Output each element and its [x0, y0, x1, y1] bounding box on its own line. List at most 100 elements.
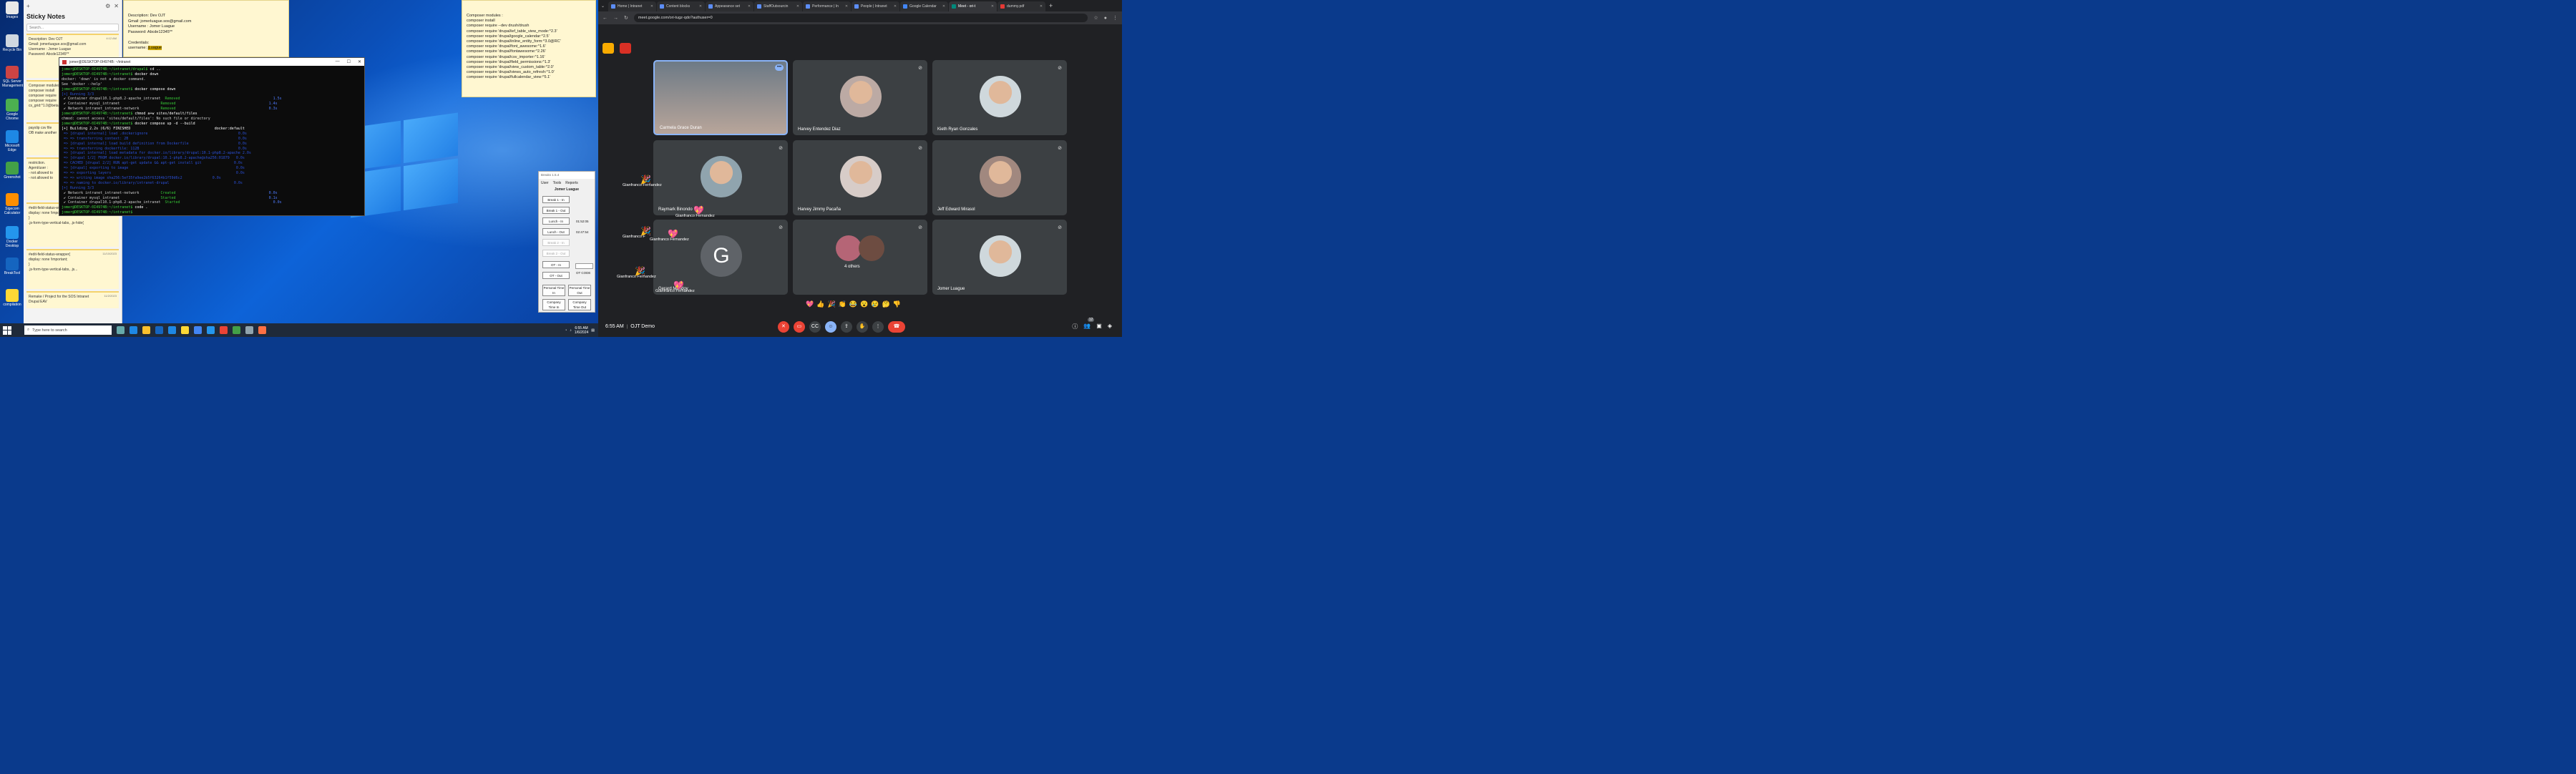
break-button[interactable]: Break 2 - Out: [542, 250, 570, 257]
participant-tile[interactable]: ⊘ Harvey Entendez Diaz: [793, 60, 927, 135]
sticky-notes-icon[interactable]: [181, 326, 189, 334]
chrome-icon[interactable]: [194, 326, 202, 334]
terminal-window[interactable]: jomer@DESKTOP-0I4974B: ~/intranet — ☐ ✕ jo…: [59, 57, 365, 216]
desktop-icon[interactable]: Docker Desktop: [2, 226, 22, 249]
browser-tab[interactable]: Content blocks ✕: [657, 1, 706, 11]
participant-tile[interactable]: ••• Carmela Grace Duran: [653, 60, 788, 135]
participant-tile[interactable]: ⊘ Harvey Jimmy Pacaña: [793, 140, 927, 215]
back-icon[interactable]: ←: [602, 16, 608, 21]
reload-icon[interactable]: ↻: [624, 15, 628, 21]
add-note-icon[interactable]: +: [26, 3, 30, 9]
desktop-icon[interactable]: compilation: [2, 289, 22, 312]
leave-call-button[interactable]: ☎: [887, 320, 905, 333]
terminal-output[interactable]: jomer@DESKTOP-0I4974B:~/intranet/drupal$…: [59, 66, 364, 217]
browser-tab[interactable]: Meet - ori-t ✕: [949, 1, 997, 11]
desktop-icon[interactable]: Greenshot: [2, 162, 22, 185]
note-window-credentials[interactable]: Description: Dev OJT Gmail: jomerluague.s…: [123, 0, 289, 57]
reaction-button[interactable]: 😮: [860, 300, 868, 308]
more-options-icon[interactable]: •••: [775, 64, 784, 71]
taskbar-search[interactable]: ⌕ Type here to search: [24, 325, 112, 335]
breaks-menu-reports[interactable]: Reports: [565, 181, 578, 185]
company-time-out-button[interactable]: Company Time Out: [568, 299, 591, 310]
reactions-button[interactable]: ☺: [824, 320, 836, 333]
participant-tile[interactable]: ⊘ Raymark Binondo: [653, 140, 788, 215]
chrome-active-icon[interactable]: [220, 326, 228, 334]
company-time-in-button[interactable]: Company Time In: [542, 299, 565, 310]
docker-icon[interactable]: [207, 326, 215, 334]
tab-search-icon[interactable]: ⌄: [601, 4, 605, 9]
reaction-button[interactable]: 🎉: [827, 300, 835, 308]
break-button[interactable]: Break 1 - Out: [542, 207, 570, 214]
volume-icon[interactable]: ♪: [570, 328, 572, 333]
personal-time-out-button[interactable]: Personal Time Out: [568, 285, 591, 296]
browser-tab[interactable]: dummy.pdf ✕: [997, 1, 1046, 11]
url-input[interactable]: meet.google.com/ori-tugz-qdo?authuser=0: [633, 14, 1088, 22]
raise-hand-button[interactable]: ✋: [856, 320, 868, 333]
reaction-button[interactable]: 💖: [806, 300, 814, 308]
settings-icon[interactable]: ⚙: [105, 3, 110, 9]
break-button[interactable]: Break 2 - In: [542, 239, 570, 246]
reaction-button[interactable]: 👍: [816, 300, 824, 308]
tab-close-icon[interactable]: ✕: [650, 4, 653, 9]
break-button[interactable]: OT - In: [542, 261, 570, 268]
wifi-icon[interactable]: ◔: [565, 328, 567, 333]
maximize-icon[interactable]: ☐: [347, 59, 351, 64]
desktop-icon[interactable]: SQL Server Management: [2, 66, 23, 89]
desktop-icon[interactable]: Google Chrome: [2, 99, 22, 122]
start-button[interactable]: [3, 325, 11, 335]
desktop-icon[interactable]: BreakTool: [2, 258, 22, 280]
tab-close-icon[interactable]: ✕: [845, 4, 848, 9]
new-tab-icon[interactable]: +: [1049, 2, 1053, 9]
activities-icon[interactable]: ◈: [1108, 323, 1112, 330]
vscode-icon[interactable]: [168, 326, 176, 334]
reaction-button[interactable]: 😢: [871, 300, 879, 308]
personal-time-in-button[interactable]: Personal Time In: [542, 285, 565, 296]
browser-tab[interactable]: Home | Intranet ✕: [608, 1, 657, 11]
desktop-icon[interactable]: Recycle Bin: [2, 34, 22, 57]
mic-off-button[interactable]: ✕: [777, 320, 789, 333]
tab-close-icon[interactable]: ✕: [748, 4, 751, 9]
captions-button[interactable]: CC: [809, 320, 821, 333]
tab-close-icon[interactable]: ✕: [796, 4, 799, 9]
menu-icon[interactable]: ⋮: [1113, 15, 1118, 21]
bookmark-star-icon[interactable]: ☆: [1093, 15, 1098, 21]
notification-icon[interactable]: ▤: [591, 328, 595, 333]
reaction-button[interactable]: 🤔: [882, 300, 890, 308]
notepad-icon[interactable]: [245, 326, 253, 334]
greenshot-icon[interactable]: [233, 326, 240, 334]
search-input[interactable]: Search...: [26, 24, 119, 31]
browser-tab[interactable]: People | Intranet ✕: [852, 1, 900, 11]
chrome-profile-icon[interactable]: [258, 326, 266, 334]
breaks-menu-tools[interactable]: Tools: [553, 181, 562, 185]
note-window-composer[interactable]: Composer modules : composer install compos…: [462, 0, 596, 97]
breaks-menu-user[interactable]: User: [541, 181, 549, 185]
chat-icon[interactable]: ▣: [1096, 323, 1102, 330]
browser-tab[interactable]: StaffOutsourcin ✕: [754, 1, 803, 11]
tab-close-icon[interactable]: ✕: [942, 4, 945, 9]
present-button[interactable]: ⇪: [840, 320, 852, 333]
file-explorer-icon[interactable]: [142, 326, 150, 334]
people-icon[interactable]: 👥 12: [1083, 318, 1095, 330]
browser-tab[interactable]: Google Calendar ✕: [900, 1, 949, 11]
tab-close-icon[interactable]: ✕: [1040, 4, 1043, 9]
participant-tile[interactable]: ⊘ Kieth Ryan Gonzales: [932, 60, 1067, 135]
break-button[interactable]: Lunch - In: [542, 217, 570, 225]
meet-activity-icon[interactable]: [602, 43, 614, 54]
forward-icon[interactable]: →: [613, 16, 618, 21]
close-icon[interactable]: ✕: [114, 3, 119, 9]
participant-tile[interactable]: ⊘ Jeff Edward Mirasol: [932, 140, 1067, 215]
sticky-note[interactable]: 11/10/2023#edit-field-status-wrapper{ di…: [26, 249, 119, 289]
participant-tile[interactable]: ⊘ 4 others: [793, 220, 927, 295]
tab-close-icon[interactable]: ✕: [699, 4, 702, 9]
more-options-button[interactable]: ⋮: [872, 320, 884, 333]
info-icon[interactable]: ⓘ: [1072, 323, 1078, 330]
reaction-button[interactable]: 😂: [849, 300, 857, 308]
mail-icon[interactable]: [155, 326, 163, 334]
taskview-icon[interactable]: [117, 326, 125, 334]
reaction-button[interactable]: 👎: [893, 300, 901, 308]
camera-off-button[interactable]: ▭: [793, 320, 805, 333]
desktop-icon[interactable]: Microsoft Edge: [2, 130, 22, 153]
close-icon[interactable]: ✕: [358, 59, 361, 64]
tab-close-icon[interactable]: ✕: [894, 4, 897, 9]
tab-close-icon[interactable]: ✕: [991, 4, 994, 9]
